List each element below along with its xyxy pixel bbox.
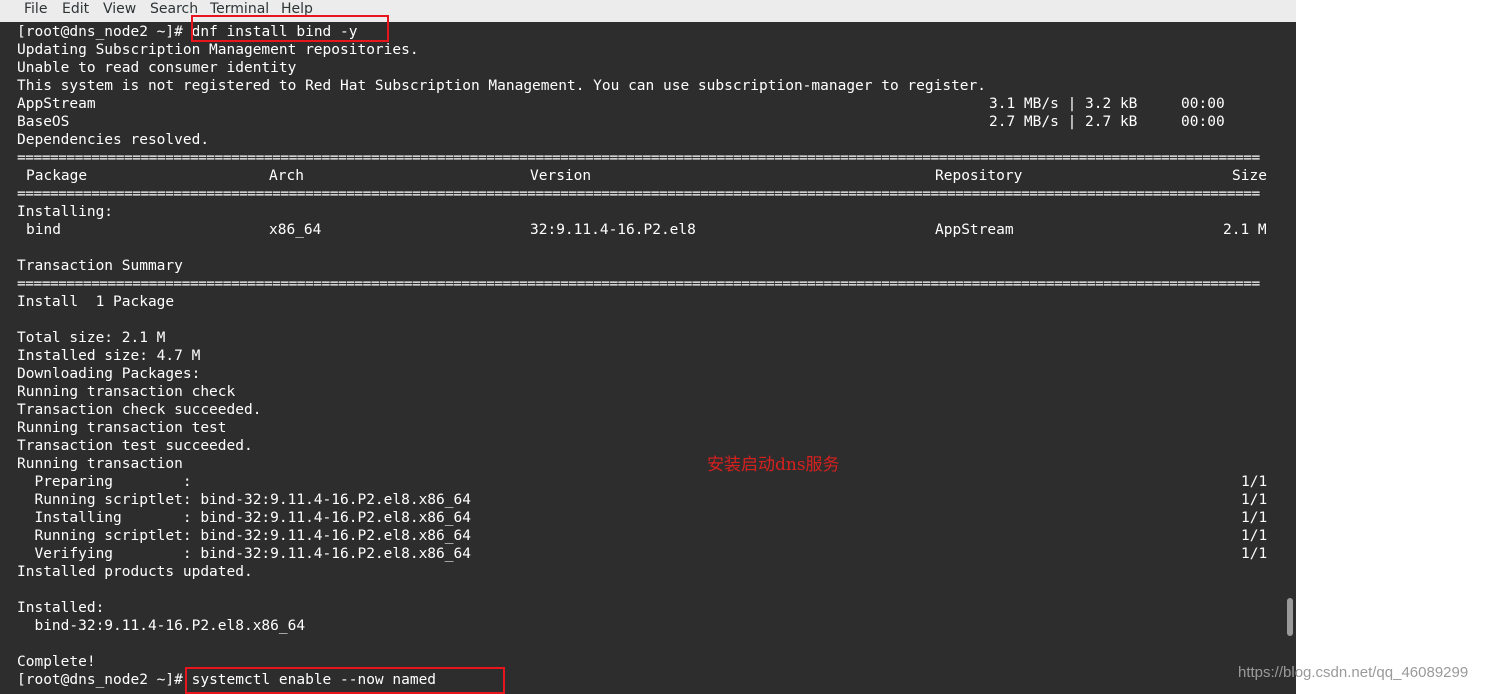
step-count: 1/1 — [1241, 492, 1268, 508]
separator-rule: ========================================… — [17, 276, 1260, 292]
pkg-repo: AppStream — [935, 222, 1014, 238]
terminal-line: Running transaction check — [17, 384, 236, 400]
transaction-step: Installing : bind-32:9.11.4-16.P2.el8.x8… — [17, 509, 1279, 527]
terminal-line: Downloading Packages: — [17, 366, 201, 382]
terminal-line: This system is not registered to Red Hat… — [17, 78, 987, 94]
col-repository: Repository — [935, 168, 1023, 184]
pkg-size: 2.1 M — [1223, 222, 1267, 238]
shell-prompt: [root@dns_node2 ~]# — [17, 672, 183, 688]
transaction-step: Running scriptlet: bind-32:9.11.4-16.P2.… — [17, 527, 1279, 545]
terminal-line: Transaction check succeeded. — [17, 402, 262, 418]
terminal-line: Updating Subscription Management reposit… — [17, 42, 419, 58]
terminal-output-area[interactable]: [root@dns_node2 ~]# dnf install bind -y … — [0, 22, 1296, 694]
step-text: Preparing : — [17, 474, 192, 490]
table-row: bind x86_64 32:9.11.4-16.P2.el8 AppStream 2.… — [17, 221, 1279, 239]
scrollbar-thumb[interactable] — [1287, 598, 1293, 636]
repo-stats: 2.7 MB/s | 2.7 kB 00:00 — [989, 114, 1225, 130]
terminal-scrollbar[interactable] — [1283, 22, 1296, 694]
step-text: Verifying : bind-32:9.11.4-16.P2.el8.x86… — [17, 546, 471, 562]
transaction-step: Verifying : bind-32:9.11.4-16.P2.el8.x86… — [17, 545, 1279, 563]
watermark-url: https://blog.csdn.net/qq_46089299 — [1238, 664, 1469, 681]
separator-rule: ========================================… — [17, 186, 1260, 202]
step-count: 1/1 — [1241, 546, 1268, 562]
terminal-line: Total size: 2.1 M — [17, 330, 166, 346]
terminal-line: bind-32:9.11.4-16.P2.el8.x86_64 — [17, 618, 306, 634]
terminal-line: Running transaction — [17, 456, 183, 472]
terminal-line: Unable to read consumer identity — [17, 60, 297, 76]
col-version: Version — [530, 168, 592, 184]
col-package: Package — [26, 168, 88, 184]
terminal-line: Transaction Summary — [17, 258, 183, 274]
pkg-name: bind — [26, 222, 61, 238]
menu-view[interactable]: View — [100, 0, 139, 18]
step-text: Installing : bind-32:9.11.4-16.P2.el8.x8… — [17, 510, 471, 526]
table-header-row: Package Arch Version Repository Size — [17, 167, 1279, 185]
col-size: Size — [1232, 168, 1267, 184]
terminal-line: Installing: — [17, 204, 114, 220]
highlight-box-install-command — [191, 15, 389, 42]
terminal-line: Installed size: 4.7 M — [17, 348, 201, 364]
menu-edit[interactable]: Edit — [59, 0, 92, 18]
step-text: Running scriptlet: bind-32:9.11.4-16.P2.… — [17, 492, 471, 508]
terminal-line: Install 1 Package — [17, 294, 175, 310]
terminal-line-repo: AppStream 3.1 MB/s | 3.2 kB 00:00 — [17, 95, 1279, 113]
transaction-step: Running scriptlet: bind-32:9.11.4-16.P2.… — [17, 491, 1279, 509]
step-count: 1/1 — [1241, 528, 1268, 544]
repo-stats: 3.1 MB/s | 3.2 kB 00:00 — [989, 96, 1225, 112]
transaction-step: Preparing : 1/1 — [17, 473, 1279, 491]
terminal-line-repo: BaseOS 2.7 MB/s | 2.7 kB 00:00 — [17, 113, 1279, 131]
pkg-version: 32:9.11.4-16.P2.el8 — [530, 222, 696, 238]
step-count: 1/1 — [1241, 474, 1268, 490]
separator-rule: ========================================… — [17, 150, 1260, 166]
menu-file[interactable]: File — [21, 0, 50, 18]
terminal-window: File Edit View Search Terminal Help [roo… — [0, 0, 1296, 694]
repo-name: AppStream — [17, 96, 96, 112]
terminal-line: Dependencies resolved. — [17, 132, 210, 148]
col-arch: Arch — [269, 168, 304, 184]
highlight-box-enable-command — [185, 667, 505, 694]
annotation-label: 安装启动dns服务 — [707, 455, 840, 475]
repo-name: BaseOS — [17, 114, 70, 130]
terminal-line: Transaction test succeeded. — [17, 438, 253, 454]
step-count: 1/1 — [1241, 510, 1268, 526]
shell-prompt: [root@dns_node2 ~]# — [17, 24, 183, 40]
pkg-arch: x86_64 — [269, 222, 322, 238]
terminal-line: Running transaction test — [17, 420, 227, 436]
step-text: Running scriptlet: bind-32:9.11.4-16.P2.… — [17, 528, 471, 544]
terminal-line: Installed products updated. — [17, 564, 253, 580]
terminal-lines: [root@dns_node2 ~]# dnf install bind -y … — [17, 23, 1279, 689]
terminal-line: Installed: — [17, 600, 105, 616]
